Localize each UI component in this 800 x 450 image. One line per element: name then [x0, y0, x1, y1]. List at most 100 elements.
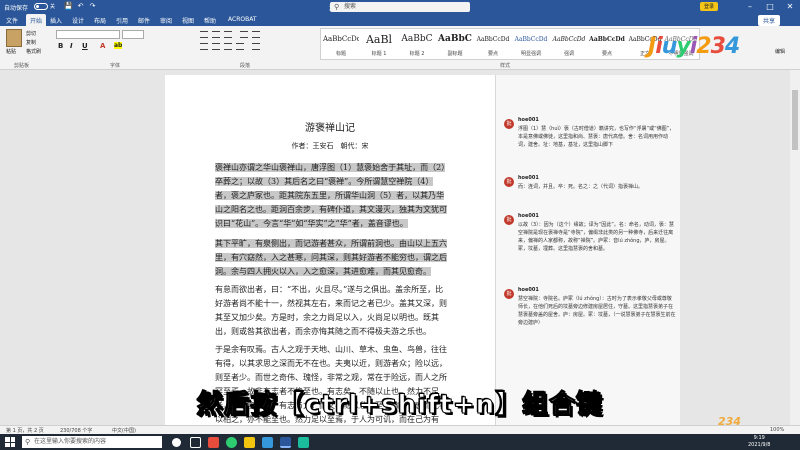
- style-name: 要点: [487, 51, 498, 57]
- align-left-icon[interactable]: [200, 43, 208, 50]
- style-name: 副标题: [447, 51, 463, 57]
- font-color-icon[interactable]: A: [100, 42, 105, 50]
- tab-help[interactable]: 帮助: [204, 16, 216, 25]
- search-placeholder: 搜索: [344, 3, 357, 10]
- paragraph-1[interactable]: 褒禅山亦谓之华山褒禅山，唐浮图（1）慧褒始舍于其址，而（2）卒葬之；以故（3）其…: [215, 161, 449, 231]
- tab-layout[interactable]: 布局: [94, 16, 106, 25]
- style-title[interactable]: AaBbCcDd 标题: [323, 32, 359, 58]
- bullets-icon[interactable]: [200, 31, 208, 38]
- taskbar: ⚲ 在这里输入你要搜索的内容 9:19 2021/9/8: [0, 434, 800, 450]
- page-count[interactable]: 第 1 页，共 2 页: [6, 427, 44, 434]
- italic-button[interactable]: I: [70, 42, 73, 50]
- style-subtitle[interactable]: AaBbC 副标题: [437, 32, 473, 58]
- styles-gallery: AaBbCcDd 标题 AaBl 标题 1 AaBbC 标题 2 AaBbC 副标题 A…: [320, 28, 700, 60]
- maximize-icon[interactable]: □: [760, 1, 780, 13]
- document-page[interactable]: 游褒禅山记 作者：王安石 朝代：宋 褒禅山亦谓之华山褒禅山，唐浮图（1）慧褒始舍…: [165, 75, 495, 438]
- align-center-icon[interactable]: [212, 43, 220, 50]
- tab-acrobat[interactable]: ACROBAT: [228, 16, 257, 23]
- minimize-icon[interactable]: –: [740, 1, 760, 13]
- taskbar-search[interactable]: ⚲ 在这里输入你要搜索的内容: [22, 436, 162, 448]
- style-strong[interactable]: AaBbCcDd 要点: [475, 32, 511, 58]
- increase-indent-icon[interactable]: [252, 31, 260, 38]
- undo-icon[interactable]: ↶: [76, 2, 85, 11]
- copy-button[interactable]: 复制: [26, 39, 36, 46]
- app-icon[interactable]: [262, 437, 273, 448]
- document-heading: 游褒禅山记: [305, 123, 355, 134]
- editing-button[interactable]: 编辑: [775, 48, 785, 55]
- highlight-icon[interactable]: ab: [114, 42, 123, 49]
- chrome-icon[interactable]: [226, 437, 237, 448]
- numbering-icon[interactable]: [212, 31, 220, 38]
- clock-time: 9:19: [753, 435, 765, 441]
- align-right-icon[interactable]: [224, 43, 232, 50]
- clipboard-group-label: 剪贴板: [14, 63, 30, 69]
- font-group-label: 字体: [110, 63, 121, 69]
- style-sample: AaBbCcDd: [552, 36, 586, 43]
- search-icon: ⚲: [334, 3, 340, 11]
- style-sample: AaBbC: [401, 34, 433, 44]
- style-sample: AaBbCcDd: [323, 35, 359, 43]
- tab-review[interactable]: 审阅: [160, 16, 172, 25]
- cut-button[interactable]: 剪切: [26, 30, 36, 37]
- tab-file[interactable]: 文件: [6, 16, 18, 25]
- comment-badge: 批: [504, 177, 514, 187]
- status-bar: 第 1 页，共 2 页 230/708 个字 中文(中国) 100%: [0, 425, 800, 434]
- autosave-toggle[interactable]: [34, 3, 48, 10]
- tab-view[interactable]: 视图: [182, 16, 194, 25]
- underline-button[interactable]: U: [82, 42, 88, 50]
- highlighted-text: 褒禅山亦谓之华山褒禅山，唐浮图（1）慧褒始舍于其址，而（2）卒葬之；以故（3）其…: [215, 163, 447, 228]
- tab-insert[interactable]: 插入: [50, 16, 62, 25]
- title-bar: 自动保存 关 💾 ↶ ↷ 游褒禅山记文档.docx · 已保存到这台电脑 ⚲ 搜…: [0, 0, 800, 14]
- close-icon[interactable]: ✕: [780, 1, 800, 13]
- style-emphasis[interactable]: AaBbCcDd 强调: [551, 32, 587, 58]
- style-heading-2[interactable]: AaBbC 标题 2: [399, 32, 435, 58]
- folder-icon[interactable]: [244, 437, 255, 448]
- multilevel-list-icon[interactable]: [224, 31, 232, 38]
- decrease-indent-icon[interactable]: [240, 31, 248, 38]
- cortana-icon[interactable]: [172, 438, 181, 447]
- vertical-scrollbar[interactable]: [790, 70, 800, 425]
- scrollbar-thumb[interactable]: [792, 90, 798, 150]
- word-count[interactable]: 230/708 个字: [60, 427, 92, 434]
- style-heading-1[interactable]: AaBl 标题 1: [361, 32, 397, 58]
- site-logo: Jiuyi234: [648, 34, 740, 59]
- highlighted-text: 其下平旷，有泉侧出，而记游者甚众，所谓前洞也。由山以上五六里，有穴窈然，入之甚寒…: [215, 239, 447, 276]
- justify-icon[interactable]: [236, 43, 244, 50]
- style-strong-2[interactable]: AaBbCcDd 要点: [589, 32, 625, 58]
- tab-mailings[interactable]: 邮件: [138, 16, 150, 25]
- autosave-state: 关: [50, 4, 56, 10]
- paste-icon[interactable]: [6, 29, 22, 47]
- search-box[interactable]: ⚲ 搜索: [330, 2, 470, 12]
- start-icon[interactable]: [5, 437, 15, 447]
- comment-author: hoe001: [518, 117, 539, 123]
- style-intense-emphasis[interactable]: AaBbCcDd 明显强调: [513, 32, 549, 58]
- paste-label[interactable]: 粘贴: [6, 48, 16, 55]
- search-icon: ⚲: [25, 438, 31, 446]
- system-clock[interactable]: 9:19 2021/9/8: [748, 435, 770, 449]
- line-spacing-icon[interactable]: [252, 43, 260, 50]
- share-button[interactable]: 共享: [758, 15, 781, 26]
- tab-design[interactable]: 设计: [72, 16, 84, 25]
- style-sample: AaBbCcDd: [476, 36, 510, 43]
- task-view-icon[interactable]: [190, 437, 201, 448]
- language-indicator[interactable]: 中文(中国): [112, 427, 136, 434]
- save-icon[interactable]: 💾: [64, 2, 73, 11]
- redo-icon[interactable]: ↷: [88, 2, 97, 11]
- login-button[interactable]: 登录: [700, 2, 719, 11]
- paragraph-2[interactable]: 其下平旷，有泉侧出，而记游者甚众，所谓前洞也。由山以上五六里，有穴窈然，入之甚寒…: [215, 237, 449, 279]
- zoom-level[interactable]: 100%: [770, 427, 784, 433]
- font-name-dropdown[interactable]: [56, 30, 120, 39]
- app-icon[interactable]: [298, 437, 309, 448]
- format-painter-button[interactable]: 格式刷: [26, 48, 41, 55]
- tab-references[interactable]: 引用: [116, 16, 128, 25]
- paragraph-3[interactable]: 有怠而欲出者，曰：“不出，火且尽。”遂与之俱出。盖余所至，比好游者尚不能十一，然…: [215, 283, 449, 339]
- tab-home[interactable]: 开始: [26, 14, 47, 26]
- app-icon[interactable]: [208, 437, 219, 448]
- comment-text: 慧空禅院：寺院名。庐冢（lú zhǒng）：古时为了表示孝敬父母或尊敬师长，在他…: [518, 296, 676, 326]
- word-icon[interactable]: [280, 437, 291, 448]
- font-size-dropdown[interactable]: [122, 30, 144, 39]
- comment-badge: 批: [504, 119, 514, 129]
- style-name: 标题: [335, 51, 346, 57]
- bold-button[interactable]: B: [58, 42, 63, 50]
- style-sample: AaBbCcDd: [589, 36, 625, 43]
